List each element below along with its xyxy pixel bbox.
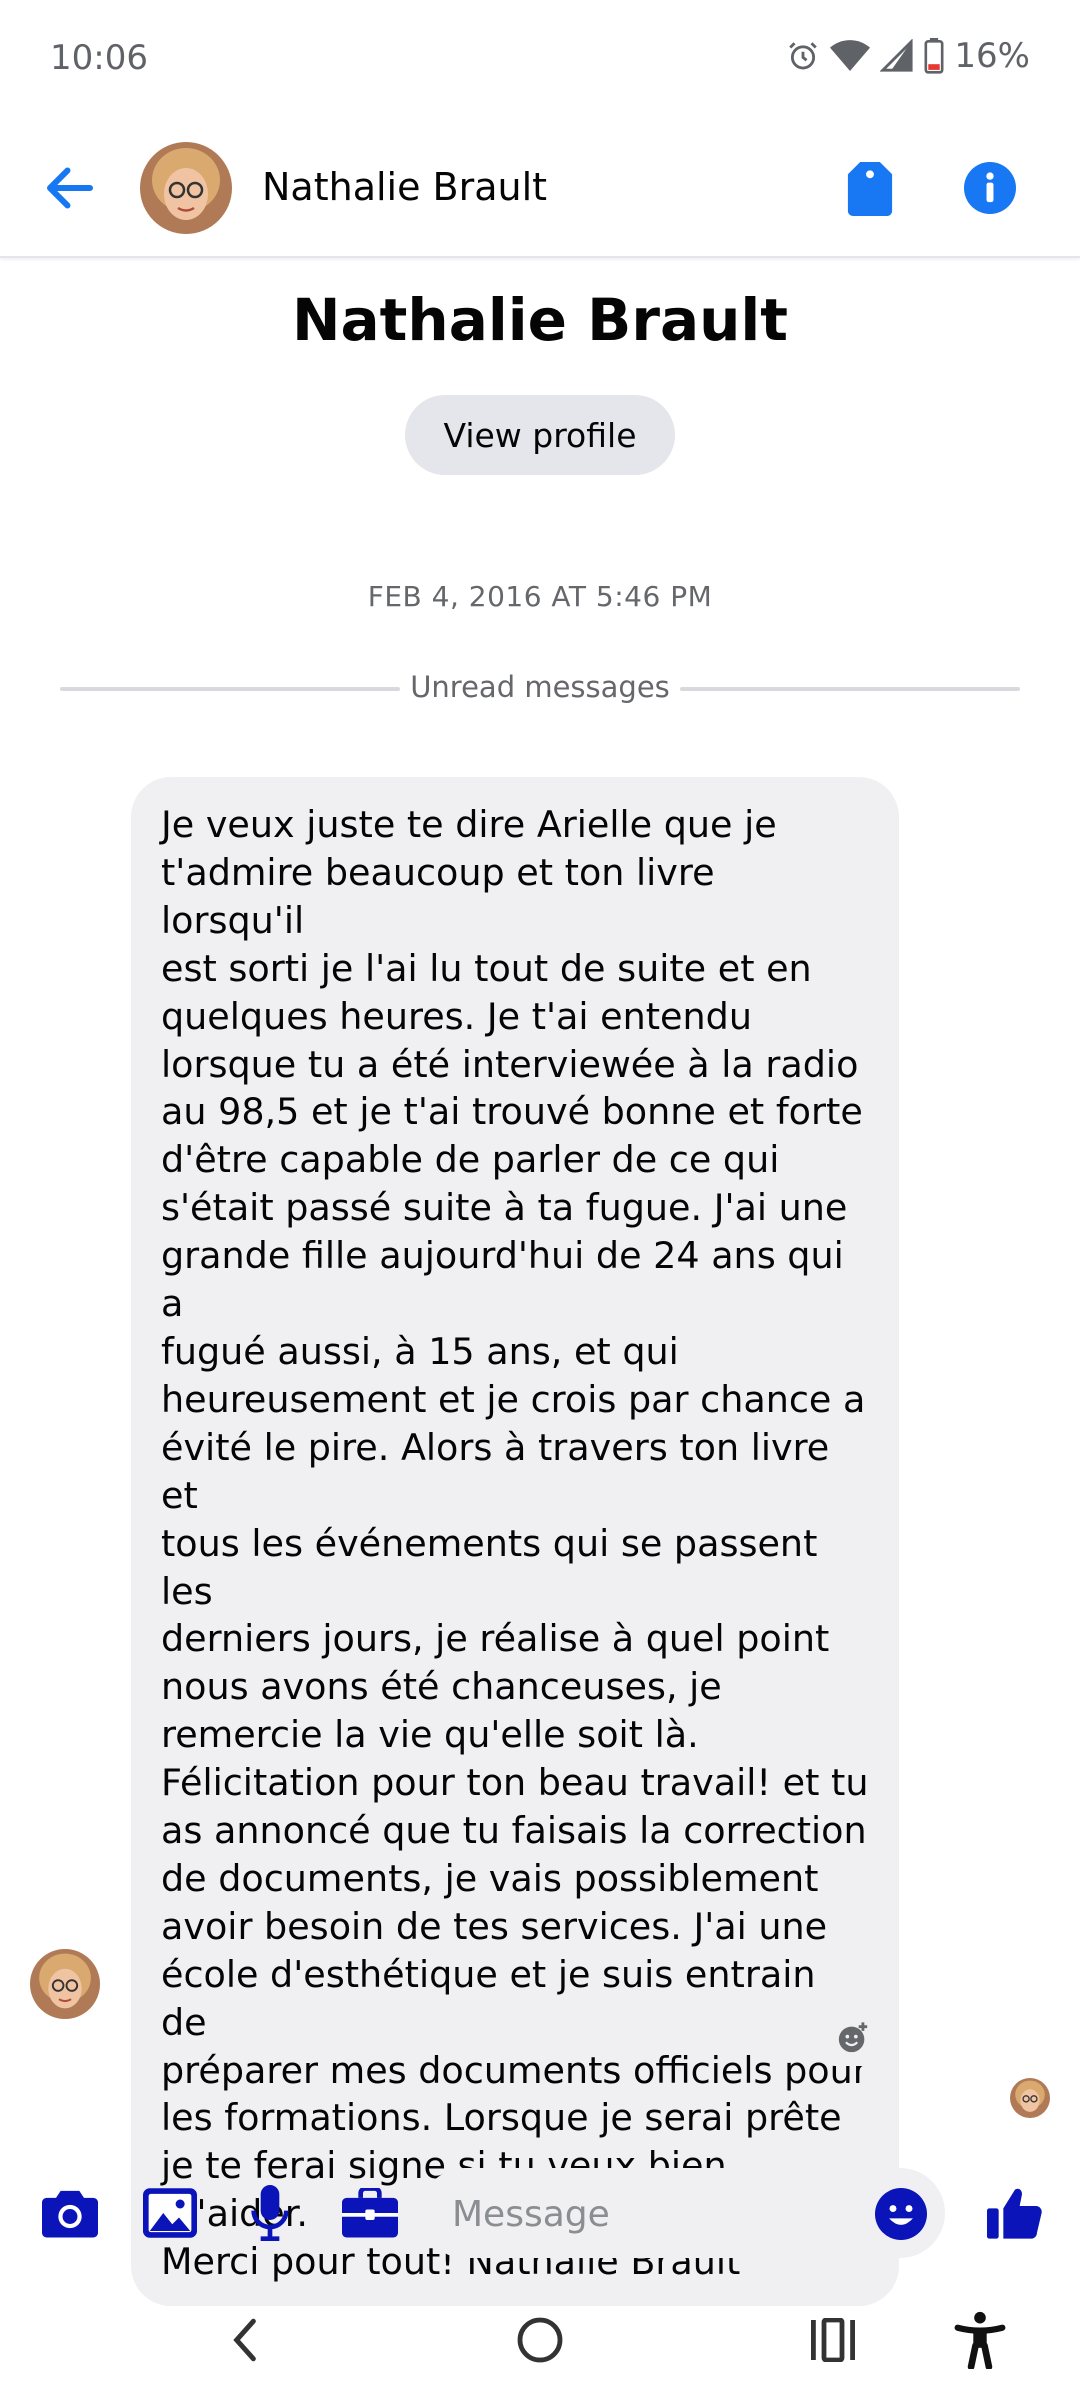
message-line: évité le pire. Alors à travers ton livre… xyxy=(161,1425,830,1517)
nav-home-button[interactable] xyxy=(500,2305,580,2375)
nav-recents-icon xyxy=(811,2318,855,2362)
emoji-button[interactable] xyxy=(875,2188,927,2240)
nav-recents-button[interactable] xyxy=(793,2305,873,2375)
status-icons: 16% xyxy=(786,36,1030,76)
wifi-icon xyxy=(830,40,871,71)
message-line: t'admire beaucoup et ton livre lorsqu'il xyxy=(161,850,715,942)
microphone-icon xyxy=(251,2185,289,2241)
battery-icon xyxy=(924,38,944,74)
message-input-container[interactable] xyxy=(420,2168,945,2260)
message-line: heureusement et je crois par chance a xyxy=(161,1377,866,1421)
seen-indicator-avatar xyxy=(1010,2078,1050,2118)
message-line: Félicitation pour ton beau travail! et t… xyxy=(161,1761,869,1805)
thumbs-up-icon xyxy=(987,2188,1042,2239)
message-line: est sorti je l'ai lu tout de suite et en xyxy=(161,946,812,990)
conversation-header: Nathalie Brault xyxy=(0,120,1080,258)
contact-name[interactable]: Nathalie Brault xyxy=(262,165,547,209)
message-line: école d'esthétique et je suis entrain de xyxy=(161,1952,816,2044)
avatar[interactable] xyxy=(140,142,232,234)
gallery-icon xyxy=(143,2188,197,2238)
camera-button[interactable] xyxy=(40,2183,100,2243)
message-line: de documents, je vais possiblement xyxy=(161,1856,819,1900)
message-input[interactable] xyxy=(450,2168,854,2260)
nav-home-icon xyxy=(517,2317,563,2363)
profile-name: Nathalie Brault xyxy=(292,286,788,354)
tag-button[interactable] xyxy=(845,162,895,216)
gallery-button[interactable] xyxy=(140,2183,200,2243)
date-stamp: FEB 4, 2016 AT 5:46 PM xyxy=(367,580,713,613)
emoji-icon xyxy=(875,2188,927,2240)
message-line: Je veux juste te dire Arielle que je xyxy=(161,803,777,846)
message-line: derniers jours, je réalise à quel point xyxy=(161,1617,830,1661)
view-profile-button[interactable]: View profile xyxy=(405,395,675,475)
nav-back-button[interactable] xyxy=(205,2305,285,2375)
status-time: 10:06 xyxy=(50,38,148,78)
tag-icon xyxy=(847,162,893,216)
add-reaction-button[interactable] xyxy=(808,2010,898,2066)
message-line: d'être capable de parler de ce qui xyxy=(161,1138,780,1182)
message-line: fugué aussi, à 15 ans, et qui xyxy=(161,1329,679,1373)
back-arrow-icon xyxy=(47,167,93,209)
message-line: nous avons été chanceuses, je xyxy=(161,1665,722,1709)
message-line: avoir besoin de tes services. J'ai une xyxy=(161,1904,828,1948)
accessibility-icon xyxy=(954,2311,1006,2369)
message-line: grande fille aujourd'hui de 24 ans qui a xyxy=(161,1234,844,1326)
message-line: au 98,5 et je t'ai trouvé bonne et forte xyxy=(161,1090,863,1134)
message-line: s'était passé suite à ta fugue. J'ai une xyxy=(161,1186,848,1230)
add-reaction-icon xyxy=(838,2022,868,2053)
sender-avatar[interactable] xyxy=(30,1949,100,2019)
unread-divider: Unread messages xyxy=(410,670,670,704)
message-line: tous les événements qui se passent les xyxy=(161,1521,818,1613)
briefcase-icon xyxy=(342,2188,398,2238)
accessibility-button[interactable] xyxy=(940,2305,1020,2375)
nav-back-icon xyxy=(233,2318,256,2362)
signal-icon xyxy=(880,39,914,72)
message-line: les formations. Lorsque je serai prête xyxy=(161,2096,842,2140)
back-button[interactable] xyxy=(40,158,100,218)
message-line: préparer mes documents officiels pour xyxy=(161,2048,868,2092)
microphone-button[interactable] xyxy=(240,2183,300,2243)
camera-icon xyxy=(42,2190,98,2238)
alarm-icon xyxy=(789,42,818,70)
briefcase-button[interactable] xyxy=(340,2183,400,2243)
info-button[interactable] xyxy=(964,162,1016,214)
like-button[interactable] xyxy=(985,2183,1045,2243)
message-line: quelques heures. Je t'ai entendu xyxy=(161,994,752,1038)
message-bubble[interactable]: Je veux juste te dire Arielle que je t'a… xyxy=(131,777,899,2307)
info-icon xyxy=(964,162,1016,214)
message-line: lorsque tu a été interviewée à la radio xyxy=(161,1042,859,1086)
message-line: remercie la vie qu'elle soit là. xyxy=(161,1713,699,1757)
message-line: as annoncé que tu faisais la correction xyxy=(161,1809,867,1853)
battery-percent: 16% xyxy=(954,36,1030,76)
